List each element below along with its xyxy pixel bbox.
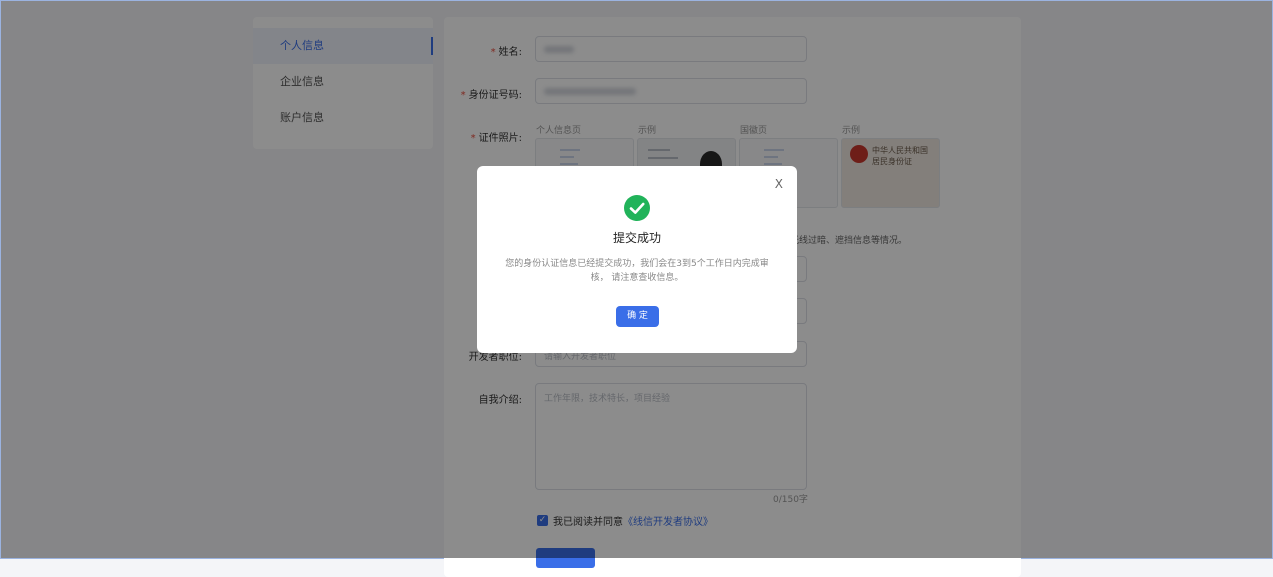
dialog-message: 您的身份认证信息已经提交成功，我们会在3到5个工作日内完成审核， 请注意查收信息… bbox=[505, 259, 769, 283]
success-check-icon bbox=[624, 195, 650, 221]
success-dialog: X 提交成功 您的身份认证信息已经提交成功，我们会在3到5个工作日内完成审核， … bbox=[477, 166, 797, 353]
confirm-button[interactable]: 确 定 bbox=[616, 306, 659, 327]
dialog-title: 提交成功 bbox=[612, 231, 661, 245]
close-icon[interactable]: X bbox=[775, 177, 783, 191]
